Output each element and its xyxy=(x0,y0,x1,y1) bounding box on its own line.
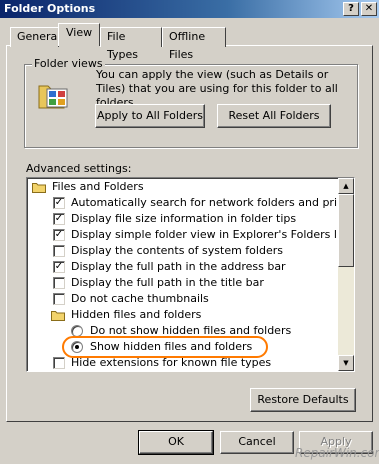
option-label: Show hidden files and folders xyxy=(90,340,253,353)
apply-to-all-folders-button[interactable]: Apply to All Folders xyxy=(95,104,205,128)
radio-button-selected[interactable] xyxy=(71,341,83,353)
scroll-up-arrow-icon[interactable]: ▲ xyxy=(338,178,354,194)
option-label: Do not cache thumbnails xyxy=(71,292,209,305)
window-title: Folder Options xyxy=(4,2,96,15)
tab-file-types[interactable]: File Types xyxy=(100,27,162,61)
option-label: Display simple folder view in Explorer's… xyxy=(71,228,351,241)
checkbox-checked[interactable]: ✓ xyxy=(53,197,65,209)
folder-views-icon xyxy=(38,85,68,109)
watermark: RepairWin.com xyxy=(295,446,379,460)
checkbox-unchecked[interactable] xyxy=(53,293,65,305)
folder-views-label: Folder views xyxy=(32,57,105,70)
option-label: Hide extensions for known file types xyxy=(71,356,272,369)
vertical-scrollbar[interactable]: ▲ ▼ xyxy=(338,178,354,371)
close-button[interactable]: ✕ xyxy=(361,2,377,16)
folder-icon xyxy=(51,311,65,321)
cancel-button[interactable]: Cancel xyxy=(220,431,294,454)
restore-defaults-button[interactable]: Restore Defaults xyxy=(250,388,356,412)
checkbox-checked[interactable]: ✓ xyxy=(53,229,65,241)
checkbox-unchecked[interactable] xyxy=(53,245,65,257)
ok-button[interactable]: OK xyxy=(138,430,214,455)
title-bar[interactable]: Folder Options ? ✕ xyxy=(0,0,379,18)
folder-label: Files and Folders xyxy=(52,180,144,193)
tab-general[interactable]: General xyxy=(10,27,60,47)
option-label: Do not show hidden files and folders xyxy=(90,324,292,337)
reset-all-folders-button[interactable]: Reset All Folders xyxy=(217,104,331,128)
option-label: Display the full path in the title bar xyxy=(71,276,264,289)
folder-options-dialog: Folder Options ? ✕ General View File Typ… xyxy=(0,0,379,464)
folder-label: Hidden files and folders xyxy=(71,308,202,321)
tab-offline-files[interactable]: Offline Files xyxy=(162,27,226,61)
option-label: Display the full path in the address bar xyxy=(71,260,286,273)
checkbox-checked[interactable]: ✓ xyxy=(53,261,65,273)
scroll-down-arrow-icon[interactable]: ▼ xyxy=(338,355,354,371)
advanced-settings-list[interactable]: Files and Folders ✓ Automatically search… xyxy=(26,177,355,372)
scroll-thumb[interactable] xyxy=(338,194,354,267)
help-button[interactable]: ? xyxy=(343,2,359,16)
option-label: Display the contents of system folders xyxy=(71,244,283,257)
checkbox-checked[interactable]: ✓ xyxy=(53,213,65,225)
tab-view[interactable]: View xyxy=(58,23,100,46)
checkbox-unchecked[interactable] xyxy=(53,277,65,289)
advanced-settings-label: Advanced settings: xyxy=(26,162,132,175)
option-label: Automatically search for network folders… xyxy=(71,196,355,209)
option-label: Display file size information in folder … xyxy=(71,212,297,225)
radio-button[interactable] xyxy=(71,325,83,337)
folder-icon xyxy=(32,183,46,193)
checkbox-unchecked[interactable] xyxy=(53,357,65,369)
